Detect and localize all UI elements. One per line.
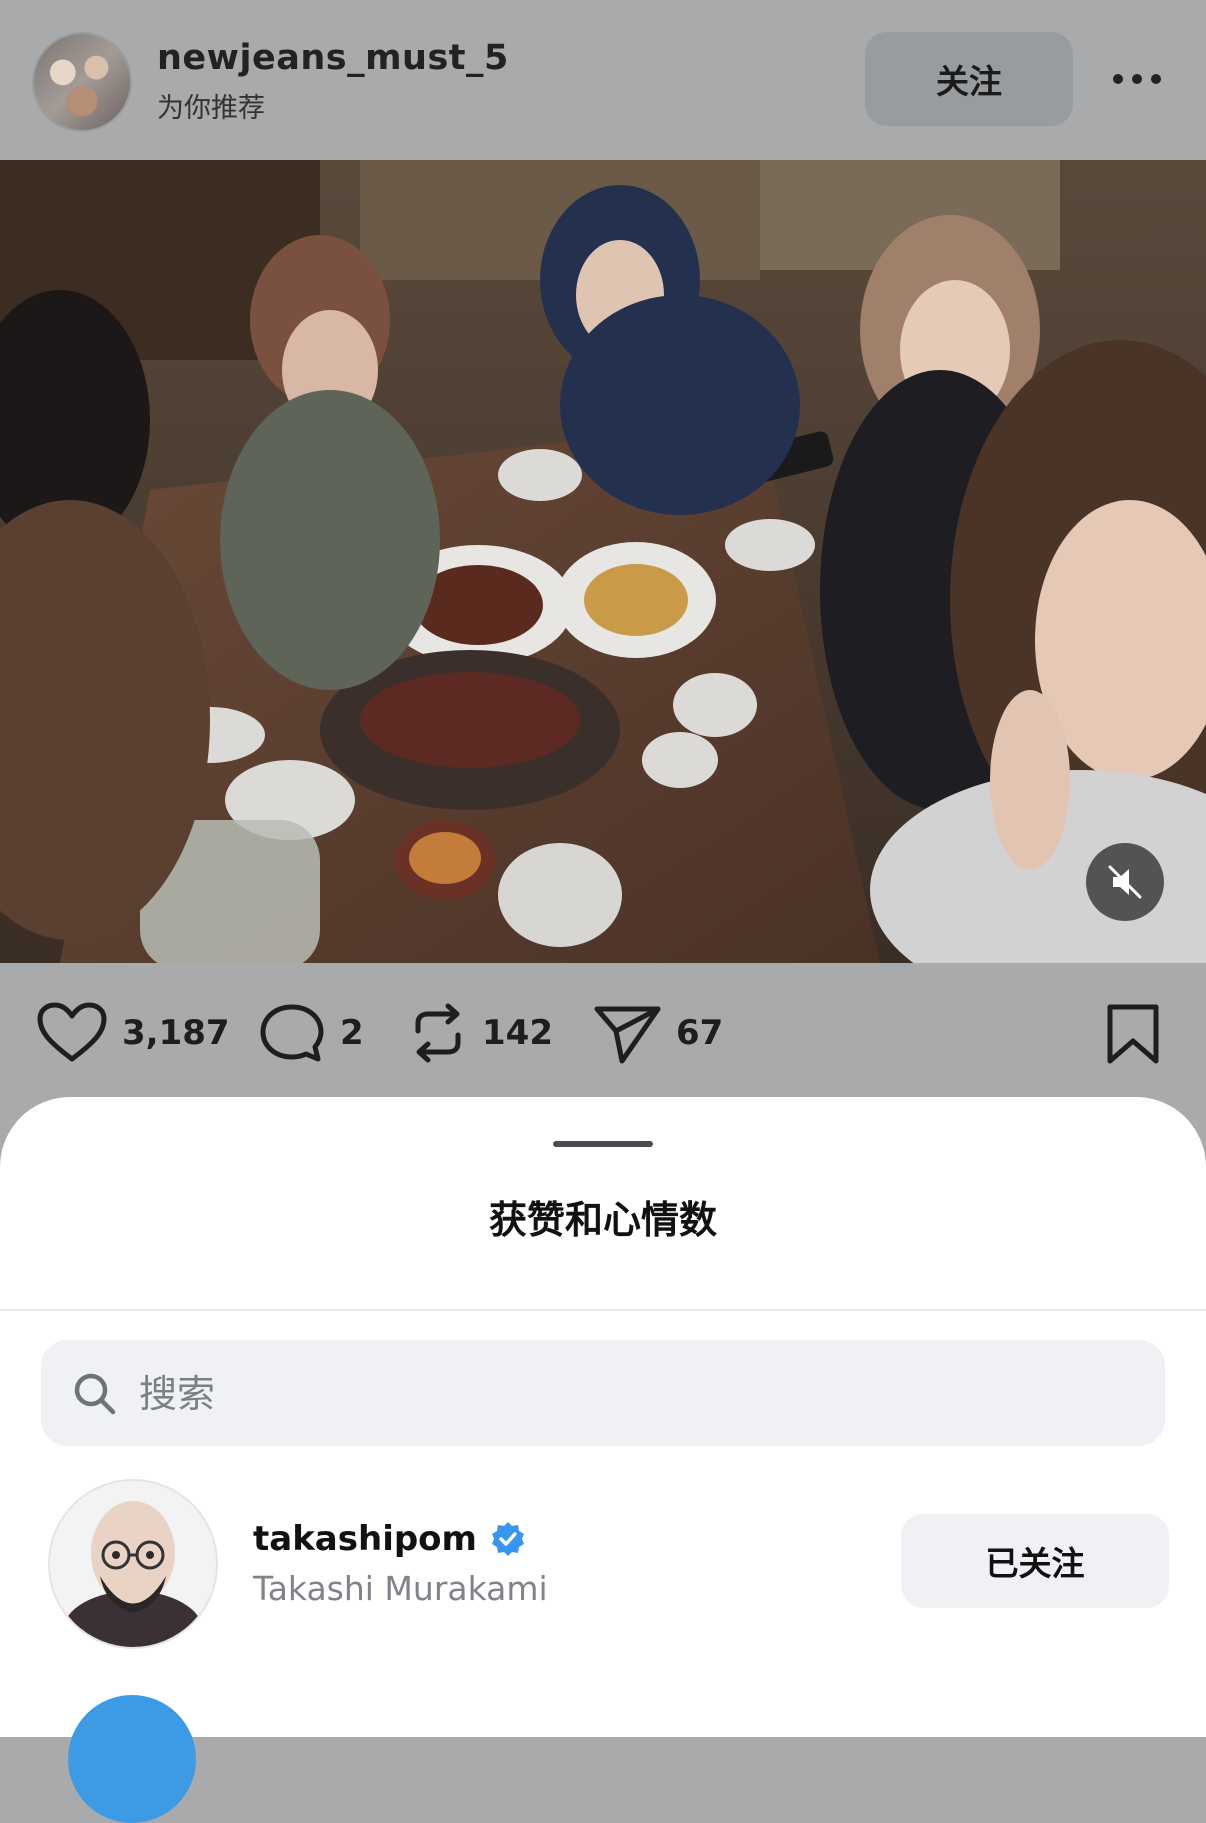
next-user-avatar[interactable] <box>68 1695 196 1823</box>
speaker-muted-icon <box>1108 865 1142 899</box>
user-avatar-illustration <box>50 1481 216 1647</box>
heart-icon <box>37 1002 107 1062</box>
user-handle-row: takashipom <box>253 1519 527 1559</box>
liker-row[interactable]: takashipom Takashi Murakami 已关注 <box>0 1479 1206 1659</box>
mute-toggle[interactable] <box>1086 843 1164 921</box>
following-button[interactable]: 已关注 <box>901 1514 1169 1608</box>
send-icon <box>594 1006 661 1064</box>
follow-button[interactable]: 关注 <box>865 32 1073 126</box>
user-avatar[interactable] <box>48 1479 218 1649</box>
post-author-username[interactable]: newjeans_must_5 <box>157 38 509 78</box>
bookmark-icon[interactable] <box>1104 1003 1162 1065</box>
sheet-divider <box>0 1309 1206 1311</box>
share-count: 67 <box>676 1013 724 1053</box>
sheet-grabber-handle[interactable] <box>553 1141 653 1147</box>
repost-action[interactable]: 142 <box>408 1001 553 1065</box>
post-recommendation-label: 为你推荐 <box>157 93 265 124</box>
likes-bottom-sheet: 获赞和心情数 takashipom <box>0 1097 1206 1823</box>
repost-icon <box>415 1003 461 1063</box>
search-input[interactable] <box>137 1340 1121 1448</box>
comment-count: 2 <box>340 1013 364 1053</box>
post-actions-bar: 3,187 2 142 67 <box>0 963 1206 1073</box>
search-bar[interactable] <box>41 1340 1165 1448</box>
verified-badge-icon <box>491 1522 524 1556</box>
post-photo-illustration <box>0 160 1206 963</box>
post-author-avatar[interactable] <box>32 32 132 132</box>
user-handle[interactable]: takashipom <box>253 1519 477 1559</box>
search-icon <box>74 1373 116 1415</box>
sheet-title: 获赞和心情数 <box>488 1198 717 1242</box>
post-header: newjeans_must_5 为你推荐 关注 <box>0 0 1206 160</box>
comment-action[interactable]: 2 <box>258 1001 364 1065</box>
more-options-icon[interactable] <box>1110 64 1164 94</box>
repost-count: 142 <box>482 1013 553 1053</box>
like-count: 3,187 <box>122 1013 230 1053</box>
post-photo[interactable] <box>0 160 1206 963</box>
comment-icon <box>260 1004 324 1062</box>
like-action[interactable]: 3,187 <box>36 1001 230 1065</box>
share-action[interactable]: 67 <box>592 1001 723 1065</box>
user-display-name: Takashi Murakami <box>253 1569 548 1608</box>
